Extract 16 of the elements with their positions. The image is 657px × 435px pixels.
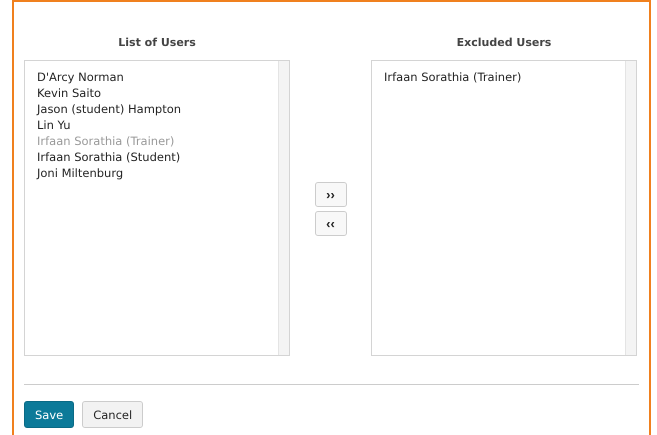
list-item[interactable]: D'Arcy Norman xyxy=(37,69,278,85)
move-button[interactable]: ‹‹ xyxy=(314,211,346,236)
move-button[interactable]: ›› xyxy=(314,182,346,207)
save-button[interactable]: Save xyxy=(24,401,74,428)
scrollbar[interactable] xyxy=(625,61,636,355)
list-item[interactable]: Lin Yu xyxy=(37,117,278,133)
list-heading: List of Users xyxy=(117,36,197,50)
user-list[interactable]: Irfaan Sorathia (Trainer) xyxy=(371,60,637,356)
list-item[interactable]: Joni Miltenburg xyxy=(37,165,278,181)
scrollbar[interactable] xyxy=(278,61,289,355)
list-item[interactable]: Kevin Saito xyxy=(37,85,278,101)
cancel-button[interactable]: Cancel xyxy=(82,401,144,428)
list-heading: Excluded Users xyxy=(456,36,552,50)
list-item[interactable]: Jason (student) Hampton xyxy=(37,101,278,117)
list-item[interactable]: Irfaan Sorathia (Trainer) xyxy=(384,69,625,85)
list-item[interactable]: Irfaan Sorathia (Student) xyxy=(37,149,278,165)
